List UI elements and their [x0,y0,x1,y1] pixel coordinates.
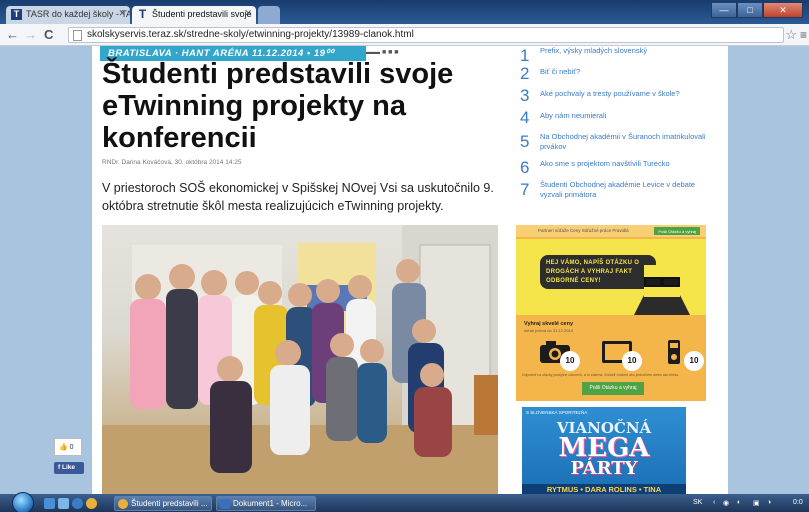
tasr-favicon-icon: T [11,9,22,20]
christmas-party-ad[interactable]: S SLOVENSKÁ SPORITEĽŇA VIANOČNÁ MEGA PÁR… [522,407,686,494]
maximize-button[interactable]: □ [737,2,763,18]
language-indicator[interactable]: SK [693,499,702,506]
browser-toolbar: ← → C skolskyservis.teraz.sk/stredne-sko… [0,24,809,46]
prize-count: 10 [622,351,642,371]
like-label: Like [61,464,75,471]
new-tab-button[interactable] [258,6,280,24]
ad2-line3: PÁRTY [570,458,638,479]
list-number: 5 [520,132,530,151]
recorder-prize: 10 [662,339,704,371]
task-label: Študenti predstavili ... [131,499,208,508]
reload-icon[interactable]: C [44,27,53,43]
speaker-icon[interactable]: ◑ [767,499,771,506]
list-number: 2 [520,64,530,83]
tab-label: Študenti predstavili svoje [152,9,252,19]
ad-fine-print: Odpoveď na otázky poskytne odborník, a t… [522,373,680,377]
like-count-box[interactable]: 👍 0 [54,438,82,456]
ie-icon[interactable] [72,498,83,509]
list-link[interactable]: Aby nám neumierali [540,111,710,121]
camera-prize: 10 [538,339,580,371]
list-number: 4 [520,108,530,127]
list-link[interactable]: Prefix, výsky mladých slovenský [540,46,710,56]
article-photo [102,225,498,494]
window-controls: — □ ✕ [711,2,803,18]
ad-hero: HEJ VÁMO, NAPÍŠ OTÁZKU O DROGÁCH A VYHRA… [516,239,706,315]
article-lead: V priestoroch SOŠ ekonomickej v Spišskej… [102,181,494,213]
clock[interactable]: 0:0 [793,499,803,506]
prize-count: 10 [560,351,580,371]
teraz-favicon-icon: T [138,7,147,21]
sporitelna-logo: S SLOVENSKÁ SPORITEĽŇA [526,410,588,415]
menu-icon[interactable]: ≡ [800,28,807,42]
show-desktop-icon[interactable] [44,498,55,509]
back-arrow-icon[interactable]: ← [6,27,19,43]
volume-icon[interactable]: ◐ [737,499,741,506]
ad-nav: Partneri súťaže Ceny Súťažné práce Pravi… [516,225,706,237]
forward-arrow-icon[interactable]: → [24,27,37,43]
system-tray: SK ‹ ◉ ◐ ▣ ◑ 0:0 [659,494,809,512]
ad2-performers: RYTMUS • DARA ROLINS • TINA [522,484,686,494]
tab-close-icon[interactable]: ✕ [244,8,252,19]
chrome-icon[interactable] [86,498,97,509]
tab-tasr[interactable]: T TASR do každej školy - TA ✕ [6,6,130,24]
list-link[interactable]: Aké pochvaly a tresty používame v škole? [540,89,710,99]
list-number: 6 [520,158,530,177]
web-page: BRATISLAVA · HANT ARÉNA 11.12.2014 • 19⁰… [92,46,728,494]
list-number: 3 [520,86,530,105]
minimize-button[interactable]: — [711,2,737,18]
ad-cta-button[interactable]: Pošli Otázku a vyhraj [582,382,644,395]
tablet-prize: 10 [600,339,642,371]
list-number: 1 [520,46,530,65]
chrome-icon [118,499,128,509]
list-link[interactable]: Ako sme s projektom navštívili Turecko [540,159,710,169]
article-title: Študenti predstavili svoje eTwinning pro… [102,58,454,154]
bookmark-star-icon[interactable]: ☆ [785,27,797,43]
taskbar-item-chrome[interactable]: Študenti predstavili ... [114,496,212,511]
windows-taskbar: Študenti predstavili ... Dokument1 - Mic… [0,492,809,512]
ad-prizes-title: Vyhraj skvelé ceny [524,321,574,327]
tray-app-icon[interactable]: ▣ [753,499,760,507]
page-icon [73,30,82,41]
ad-speech-bubble: HEJ VÁMO, NAPÍŠ OTÁZKU O DROGÁCH A VYHRA… [540,255,656,289]
close-window-button[interactable]: ✕ [763,2,803,18]
ad-nav-links[interactable]: Partneri súťaže Ceny Súťažné práce Pravi… [538,228,629,233]
drug-question-ad[interactable]: Partneri súťaže Ceny Súťažné práce Pravi… [516,225,706,401]
explorer-icon[interactable] [58,498,69,509]
tab-close-icon[interactable]: ✕ [118,8,126,19]
list-number: 7 [520,180,530,199]
list-link[interactable]: Biť či nebiť? [540,67,710,77]
list-link[interactable]: Študenti Obchodnej akadémie Levice v deb… [540,180,710,200]
browser-titlebar: T TASR do každej školy - TA ✕ T Študenti… [0,0,809,24]
article-byline: RNDr. Darina Kováčová, 30. októbra 2014 … [102,159,242,166]
start-button[interactable] [12,492,34,512]
tray-arrow-icon[interactable]: ‹ [713,499,715,506]
word-icon [220,499,230,509]
facebook-icon: f [58,464,61,471]
prize-count: 10 [684,351,704,371]
thumb-up-icon: 👍 [59,444,68,451]
ad-nav-button[interactable]: Pošli Otázku a vyhraj [654,227,700,235]
facebook-like-button[interactable]: f Like [54,462,84,474]
url-text: skolskyservis.teraz.sk/stredne-skoly/etw… [87,29,414,40]
group-photo-illustration [102,225,498,494]
taskbar-item-word[interactable]: Dokument1 - Micro... [216,496,316,511]
task-label: Dokument1 - Micro... [233,499,308,508]
list-link[interactable]: Na Obchodnej akadémii v Šuranoch imatrik… [540,132,710,152]
ad-prizes-subtitle: súťaž potrvá do 31.12.2014 [524,328,573,333]
tab-label: TASR do každej školy - TA [26,9,130,19]
network-icon[interactable]: ◉ [723,499,729,507]
tab-studenti[interactable]: T Študenti predstavili svoje ✕ [132,6,256,24]
address-bar[interactable]: skolskyservis.teraz.sk/stredne-skoly/etw… [68,27,784,43]
like-count: 0 [69,444,74,451]
